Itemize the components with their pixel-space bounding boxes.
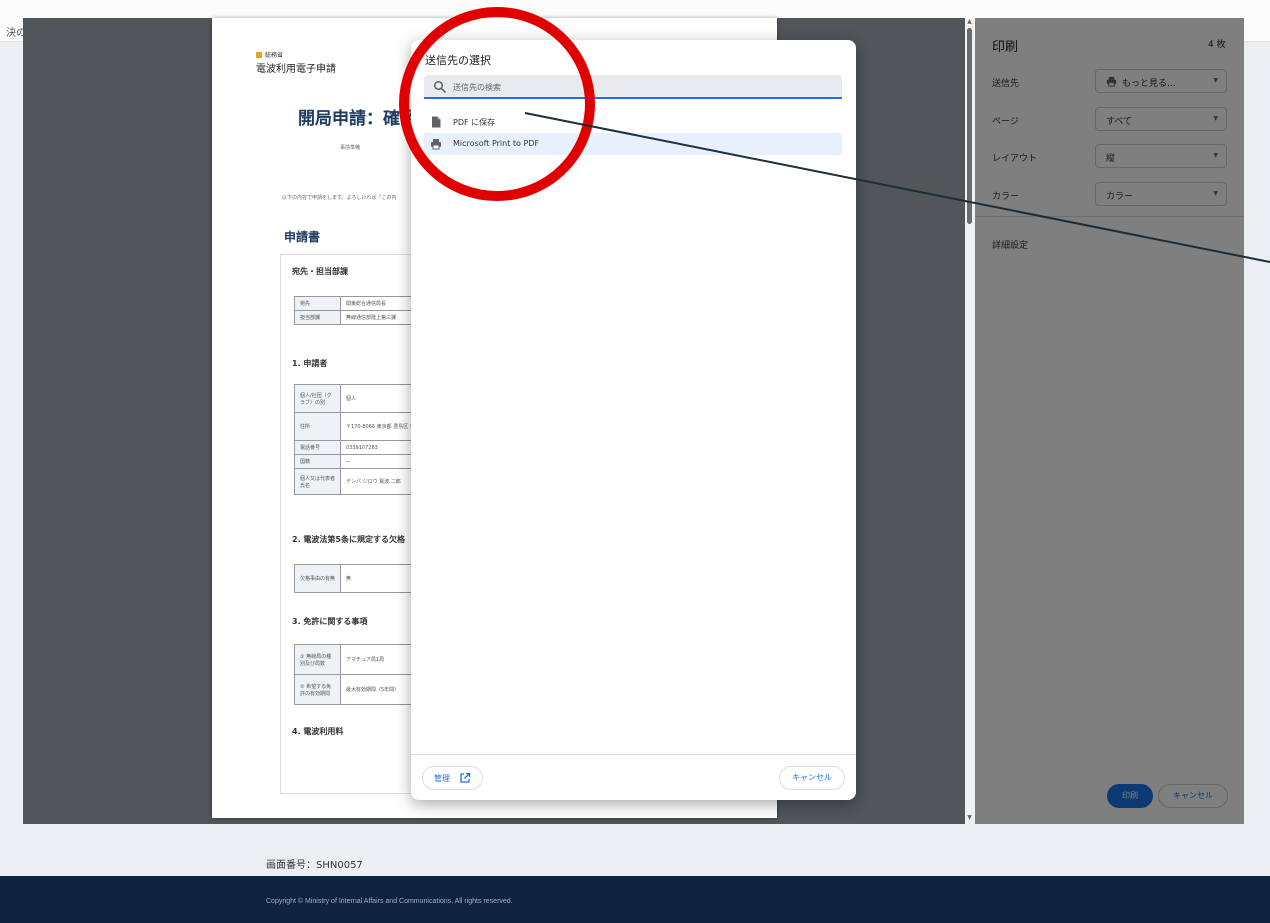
modal-backdrop [975,18,1244,824]
row-label: 欠格事由の有無 [294,564,341,593]
ministry-logo-small: 総務省 [265,52,284,59]
row-label: 電話番号 [294,440,341,455]
screen-id: 画面番号：SHN0057 [266,860,363,871]
row-label: 住所 [294,412,341,441]
manage-button[interactable]: 管理 [422,766,483,790]
row-label: 担当部課 [294,310,341,325]
section-heading: 3. 免許に関する事項 [292,617,368,626]
section-heading: 1. 申請者 [292,359,328,368]
row-label: 個人又は代表者氏名 [294,468,341,495]
site-logo: 電波利用電子申請 [256,64,336,75]
row-label: ① 無線局の種別及び局数 [294,644,341,675]
external-link-icon [460,772,471,783]
destination-item-label: PDF に保存 [453,118,496,127]
row-label: ② 希望する免許の有効期間 [294,674,341,705]
ministry-logo-mark [256,52,262,58]
dialog-title: 送信先の選択 [425,54,491,67]
search-icon [433,80,446,93]
copyright-text: Copyright © Ministry of Internal Affairs… [266,898,513,905]
row-label: 宛先 [294,296,341,311]
destination-search-input[interactable] [453,78,833,96]
manage-button-label: 管理 [434,774,450,783]
section-heading: 宛先・担当部課 [292,267,348,276]
preview-scrollbar-thumb[interactable] [967,28,972,224]
application-heading: 申請書 [284,230,321,244]
row-label: 個人/社団（クラブ）の別 [294,384,341,413]
section-heading: 2. 電波法第5条に規定する欠格 [292,535,405,544]
printer-icon [431,139,441,150]
section-heading: 4. 電波利用料 [292,727,344,736]
site-footer [0,876,1270,923]
scroll-down-arrow-icon[interactable]: ▼ [965,814,974,823]
document-intro: 以下の内容で申請をします。よろしければ「この内 [282,195,397,201]
scroll-up-arrow-icon[interactable]: ▲ [965,18,974,27]
document-subtitle: 事前準備 [340,145,361,151]
destination-item-label: Microsoft Print to PDF [453,139,540,148]
destination-item-microsoft-print-to-pdf[interactable]: Microsoft Print to PDF [424,133,842,155]
dialog-divider [411,754,856,755]
dialog-cancel-button[interactable]: キャンセル [779,766,845,790]
file-icon [432,116,441,128]
document-title: 開局申請：確認 [298,109,417,129]
row-label: 国籍 [294,454,341,469]
destination-item-save-pdf[interactable]: PDF に保存 [424,111,842,133]
